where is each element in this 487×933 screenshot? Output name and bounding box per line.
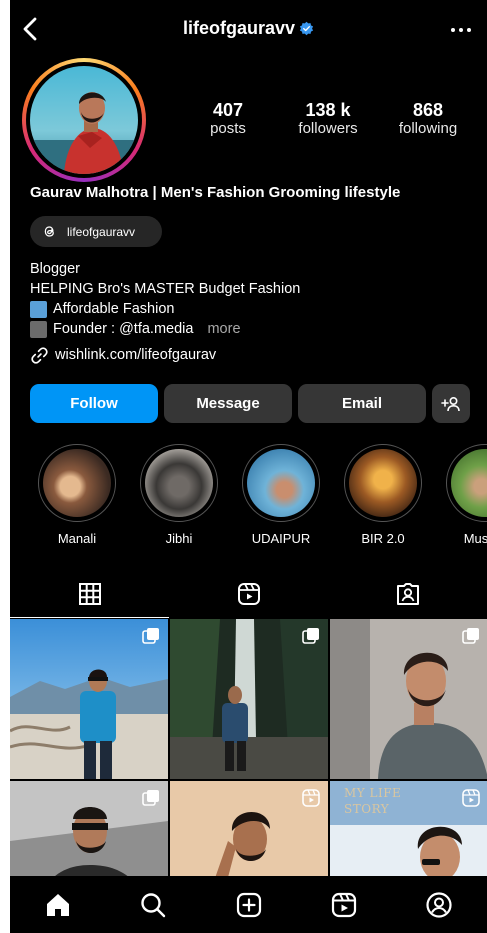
threads-icon xyxy=(44,226,54,237)
carousel-icon xyxy=(302,628,319,644)
stat-following[interactable]: 868 following xyxy=(378,100,478,138)
highlight-item[interactable]: Mussor xyxy=(434,444,487,546)
bio-line: Affordable Fashion xyxy=(30,299,300,319)
post-thumbnail[interactable] xyxy=(10,619,168,779)
avatar xyxy=(30,66,138,174)
create-icon xyxy=(236,892,261,917)
bio-line: Founder : @tfa.media more xyxy=(30,319,300,339)
stat-label: followers xyxy=(298,120,358,137)
follow-button[interactable]: Follow xyxy=(30,384,158,423)
highlight-cover xyxy=(349,449,417,517)
add-user-icon xyxy=(441,396,460,411)
carousel-icon xyxy=(142,628,159,644)
profile-stats: 407 posts 138 k followers 868 following xyxy=(178,100,478,138)
nav-search[interactable] xyxy=(105,891,200,919)
bio-line: Blogger xyxy=(30,261,80,277)
stat-label: following xyxy=(398,120,458,137)
username-label: lifeofgauravv xyxy=(182,18,296,38)
website-text: wishlink.com/lifeofgaurav xyxy=(55,347,217,363)
more-options-icon[interactable] xyxy=(449,20,473,40)
highlight-label: Jibhi xyxy=(165,531,193,546)
stat-value: 407 xyxy=(212,100,244,120)
stat-followers[interactable]: 138 k followers xyxy=(278,100,378,138)
shirt-emoji-icon xyxy=(30,300,47,318)
profile-bio: Blogger HELPING Bro's MASTER Budget Fash… xyxy=(30,259,300,365)
verified-badge-icon xyxy=(299,21,314,36)
bottom-navigation xyxy=(10,876,487,933)
stat-value: 138 k xyxy=(305,100,351,120)
profile-actions: Follow Message Email xyxy=(30,384,470,423)
profile-icon xyxy=(426,891,452,918)
more-link[interactable]: more xyxy=(207,319,240,339)
highlight-label: BIR 2.0 xyxy=(361,531,405,546)
story-highlights: Manali Jibhi UDAIPUR BIR 2.0 Mussor xyxy=(26,444,487,546)
post-thumbnail[interactable] xyxy=(330,619,487,779)
bio-text: Founder : @tfa.media xyxy=(53,321,194,337)
avatar-story-ring[interactable] xyxy=(22,58,146,182)
nav-profile[interactable] xyxy=(392,891,487,919)
post-thumbnail[interactable] xyxy=(170,619,328,779)
reel-icon xyxy=(302,789,320,807)
grid-icon xyxy=(78,583,101,605)
highlight-label: Mussor xyxy=(463,531,487,546)
post-overlay-text: MY LIFE STORY xyxy=(344,786,402,816)
highlight-cover xyxy=(145,449,213,517)
link-icon xyxy=(31,346,48,364)
bio-line: HELPING Bro's MASTER Budget Fashion xyxy=(30,281,301,297)
highlight-item[interactable]: BIR 2.0 xyxy=(332,444,434,546)
highlight-item[interactable]: Manali xyxy=(26,444,128,546)
stat-posts[interactable]: 407 posts xyxy=(178,100,278,138)
tab-posts[interactable] xyxy=(10,570,169,618)
reel-icon xyxy=(462,789,480,807)
suggested-users-button[interactable] xyxy=(432,384,470,423)
profile-full-name: Gaurav Malhotra | Men's Fashion Grooming… xyxy=(30,184,401,201)
username-title: lifeofgauravv xyxy=(10,18,487,39)
clapper-emoji-icon xyxy=(30,320,47,338)
profile-screen: lifeofgauravv 407 posts 138 k followers … xyxy=(10,0,487,933)
stat-value: 868 xyxy=(412,100,444,120)
threads-handle: lifeofgauravv xyxy=(67,224,136,239)
nav-create[interactable] xyxy=(201,891,296,919)
highlight-cover xyxy=(247,449,315,517)
highlight-cover xyxy=(451,449,487,517)
nav-home[interactable] xyxy=(10,891,105,919)
reels-icon xyxy=(331,892,357,917)
highlight-label: Manali xyxy=(57,531,97,546)
top-bar: lifeofgauravv xyxy=(10,8,487,52)
reels-icon xyxy=(237,583,260,605)
tab-tagged[interactable] xyxy=(328,570,487,618)
home-icon xyxy=(46,893,69,916)
carousel-icon xyxy=(462,628,479,644)
threads-badge[interactable]: lifeofgauravv xyxy=(30,216,162,247)
highlight-item[interactable]: UDAIPUR xyxy=(230,444,332,546)
highlight-cover xyxy=(43,449,111,517)
profile-tabs xyxy=(10,570,487,618)
highlight-label: UDAIPUR xyxy=(251,531,311,546)
message-button[interactable]: Message xyxy=(164,384,292,423)
search-icon xyxy=(141,892,166,917)
website-link[interactable]: wishlink.com/lifeofgaurav xyxy=(30,345,300,365)
bio-text: Affordable Fashion xyxy=(53,301,175,317)
highlight-item[interactable]: Jibhi xyxy=(128,444,230,546)
nav-reels[interactable] xyxy=(296,891,391,919)
stat-label: posts xyxy=(210,120,246,137)
email-button[interactable]: Email xyxy=(298,384,426,423)
carousel-icon xyxy=(142,790,159,806)
tab-reels[interactable] xyxy=(169,570,328,618)
tagged-icon xyxy=(396,583,419,605)
